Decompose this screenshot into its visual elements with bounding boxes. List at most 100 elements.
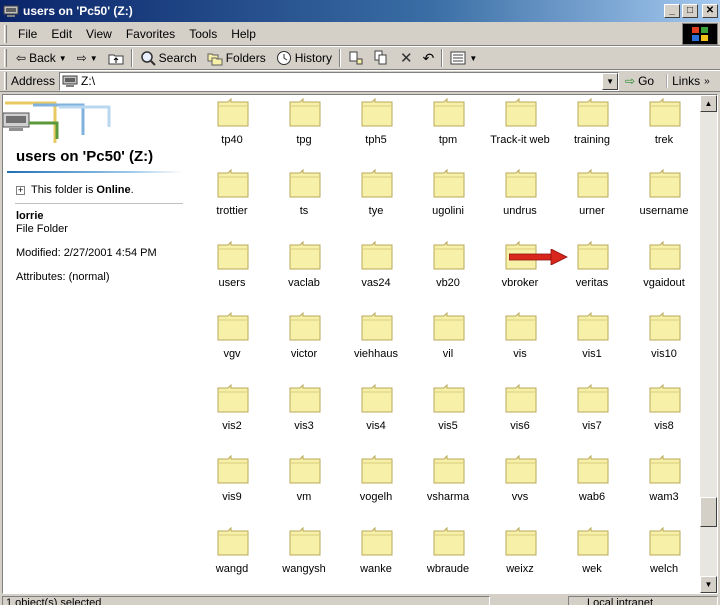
folders-button[interactable]: Folders: [202, 48, 271, 68]
folder-icon: [361, 454, 393, 484]
folder-item[interactable]: wbraude: [412, 526, 484, 590]
folder-icon: [433, 454, 465, 484]
folder-item[interactable]: wangysh: [268, 526, 340, 590]
folder-grid: tp40 tpg tph5 tpm Track-it web training trek tr…: [196, 95, 698, 593]
folder-item[interactable]: username: [628, 168, 700, 232]
folder-item[interactable]: ugolini: [412, 168, 484, 232]
forward-dropdown-icon[interactable]: ▼: [90, 54, 98, 63]
folder-item[interactable]: Track-it web: [484, 97, 556, 161]
folder-item[interactable]: vaclab: [268, 240, 340, 304]
folder-item[interactable]: viehhaus: [340, 311, 412, 375]
folder-item[interactable]: wab6: [556, 454, 628, 518]
search-button[interactable]: Search: [135, 48, 202, 68]
address-field[interactable]: Z:\ ▼: [59, 71, 620, 91]
folder-item[interactable]: tp40: [196, 97, 268, 161]
folder-item[interactable]: users: [196, 240, 268, 304]
move-to-button[interactable]: [343, 48, 369, 68]
folder-item[interactable]: vis3: [268, 383, 340, 447]
folder-item[interactable]: vgv: [196, 311, 268, 375]
scroll-up-button[interactable]: ▲: [700, 95, 717, 112]
scroll-thumb[interactable]: [700, 497, 717, 527]
folder-item[interactable]: victor: [268, 311, 340, 375]
menu-file[interactable]: File: [11, 27, 44, 41]
status-selection: 1 object(s) selected: [2, 596, 490, 605]
folder-item[interactable]: trek: [628, 97, 700, 161]
search-label: Search: [158, 51, 197, 65]
forward-button[interactable]: ⇨ ▼: [72, 48, 103, 68]
back-dropdown-icon[interactable]: ▼: [59, 54, 67, 63]
folder-item[interactable]: wangd: [196, 526, 268, 590]
history-label: History: [294, 51, 333, 65]
folder-label: vis5: [438, 420, 458, 432]
folder-item[interactable]: tpg: [268, 97, 340, 161]
close-button[interactable]: ✕: [702, 4, 718, 18]
status-zone-label: Local intranet: [587, 597, 654, 605]
copy-to-button[interactable]: [369, 48, 395, 68]
menu-edit[interactable]: Edit: [44, 27, 79, 41]
folder-item[interactable]: weixz: [484, 526, 556, 590]
folder-item[interactable]: vvs: [484, 454, 556, 518]
go-button[interactable]: ⇨ Go: [619, 74, 660, 88]
delete-button[interactable]: ✕: [395, 48, 418, 68]
folder-item[interactable]: wam3: [628, 454, 700, 518]
folder-label: trek: [654, 134, 674, 146]
folder-item[interactable]: vis4: [340, 383, 412, 447]
folder-item[interactable]: ts: [268, 168, 340, 232]
undo-button[interactable]: ↶: [418, 48, 440, 68]
folder-item[interactable]: vil: [412, 311, 484, 375]
menu-tools[interactable]: Tools: [182, 27, 224, 41]
folder-label: vvs: [511, 491, 529, 503]
folder-icon: [361, 240, 393, 270]
folder-item[interactable]: urner: [556, 168, 628, 232]
web-view-pane: users on 'Pc50' (Z:) + This folder is On…: [3, 95, 199, 593]
folder-item[interactable]: vm: [268, 454, 340, 518]
folder-label: vbroker: [501, 277, 539, 289]
folder-item[interactable]: vis6: [484, 383, 556, 447]
windows-logo-icon: [682, 23, 718, 45]
expand-icon[interactable]: +: [16, 185, 25, 195]
folder-item[interactable]: welch: [628, 526, 700, 590]
folder-icon: [649, 311, 681, 341]
folder-item[interactable]: vis1: [556, 311, 628, 375]
links-chevron-icon[interactable]: »: [704, 76, 710, 87]
menu-view[interactable]: View: [79, 27, 119, 41]
folder-item[interactable]: vogelh: [340, 454, 412, 518]
folder-item[interactable]: trottier: [196, 168, 268, 232]
folder-item[interactable]: wek: [556, 526, 628, 590]
folder-item[interactable]: tpm: [412, 97, 484, 161]
address-dropdown-icon[interactable]: ▼: [602, 72, 619, 90]
folder-item[interactable]: vis9: [196, 454, 268, 518]
folder-item[interactable]: vsharma: [412, 454, 484, 518]
folder-item[interactable]: vgaidout: [628, 240, 700, 304]
folder-item[interactable]: tph5: [340, 97, 412, 161]
folder-item[interactable]: vis5: [412, 383, 484, 447]
maximize-button[interactable]: □: [682, 4, 698, 18]
vertical-scrollbar[interactable]: ▲ ▼: [700, 95, 717, 593]
folder-item[interactable]: vb20: [412, 240, 484, 304]
up-folder-icon: [108, 54, 124, 65]
scroll-down-button[interactable]: ▼: [700, 576, 717, 593]
folder-label: vis6: [510, 420, 530, 432]
menu-help[interactable]: Help: [224, 27, 263, 41]
folder-item[interactable]: vis: [484, 311, 556, 375]
menu-bar: File Edit View Favorites Tools Help: [0, 22, 720, 46]
back-button[interactable]: ⇦ Back ▼: [11, 48, 72, 68]
folder-label: Track-it web: [490, 134, 550, 146]
minimize-button[interactable]: _: [664, 4, 680, 18]
menu-favorites[interactable]: Favorites: [119, 27, 182, 41]
folder-label: wangysh: [282, 563, 326, 575]
up-folder-button[interactable]: [103, 48, 129, 68]
folder-item[interactable]: tye: [340, 168, 412, 232]
views-button[interactable]: ▼: [445, 48, 482, 68]
folder-item[interactable]: training: [556, 97, 628, 161]
folder-item[interactable]: vis10: [628, 311, 700, 375]
history-button[interactable]: History: [271, 48, 337, 68]
folder-item[interactable]: wanke: [340, 526, 412, 590]
links-button[interactable]: Links: [666, 74, 704, 88]
folder-item[interactable]: undrus: [484, 168, 556, 232]
folder-icon: [649, 526, 681, 556]
folder-item[interactable]: vis7: [556, 383, 628, 447]
folder-item[interactable]: vis2: [196, 383, 268, 447]
folder-item[interactable]: vas24: [340, 240, 412, 304]
folder-item[interactable]: vis8: [628, 383, 700, 447]
